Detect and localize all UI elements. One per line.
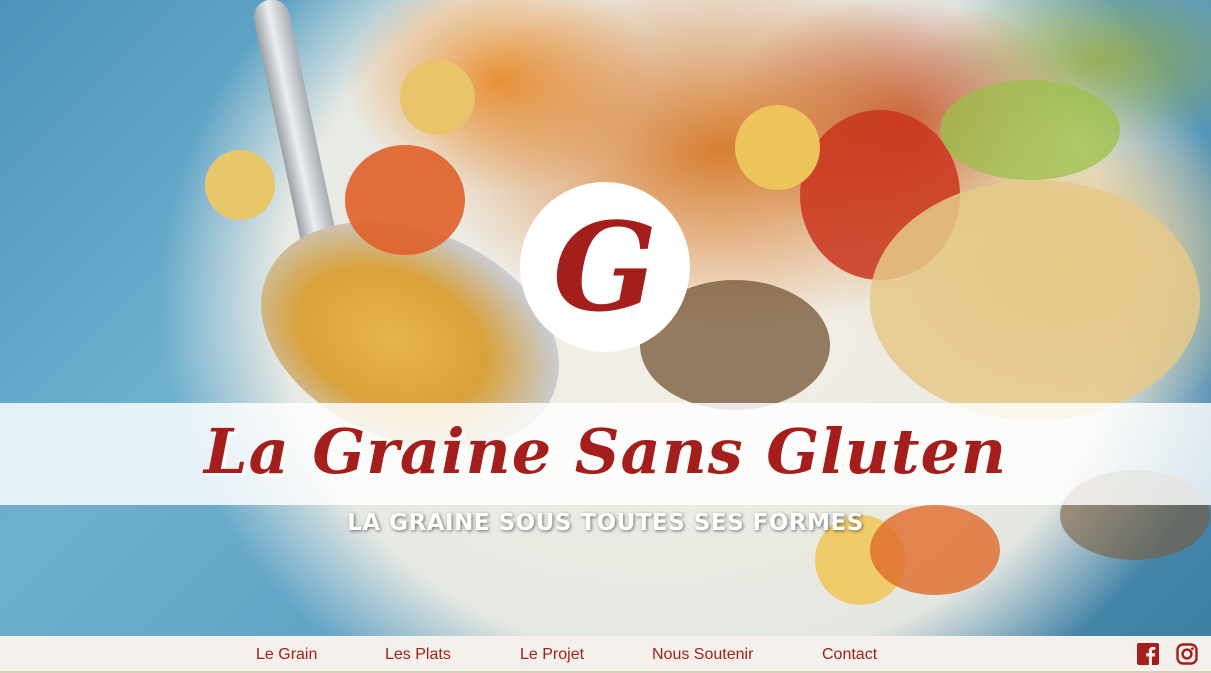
site-logo[interactable]: G bbox=[520, 182, 690, 352]
food-chickpea bbox=[205, 150, 275, 220]
food-chickpea bbox=[735, 105, 820, 190]
nav-link-contact[interactable]: Contact bbox=[822, 636, 877, 673]
food-couscous bbox=[870, 180, 1200, 420]
food-zucchini bbox=[940, 80, 1120, 180]
nav-link-les-plats[interactable]: Les Plats bbox=[385, 636, 451, 673]
nav-link-nous-soutenir[interactable]: Nous Soutenir bbox=[652, 636, 753, 673]
food-chickpea bbox=[400, 60, 475, 135]
nav-link-le-grain[interactable]: Le Grain bbox=[256, 636, 317, 673]
instagram-icon[interactable] bbox=[1176, 643, 1198, 665]
main-nav: Le Grain Les Plats Le Projet Nous Souten… bbox=[0, 636, 1211, 671]
site-title: La Graine Sans Gluten bbox=[203, 415, 1008, 488]
site-tagline: LA GRAINE SOUS TOUTES SES FORMES bbox=[347, 510, 864, 536]
food-carrot bbox=[345, 145, 465, 255]
logo-letter: G bbox=[552, 195, 658, 339]
nav-link-le-projet[interactable]: Le Projet bbox=[520, 636, 584, 673]
facebook-icon[interactable] bbox=[1137, 643, 1159, 665]
